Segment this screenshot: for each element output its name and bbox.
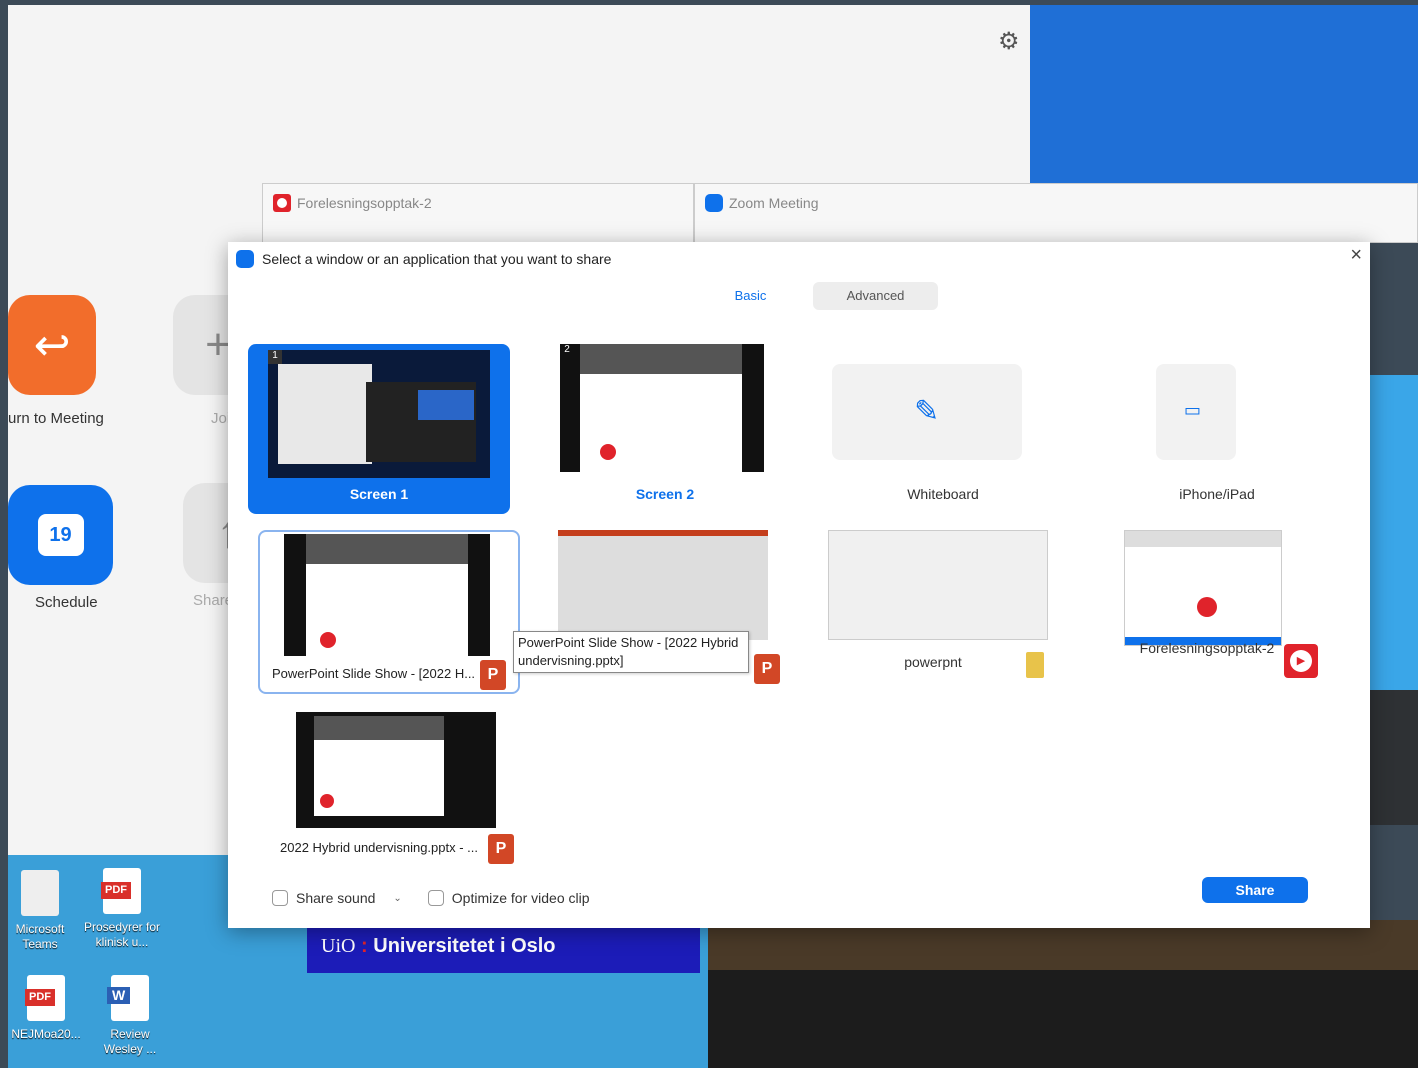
tile-label: Screen 1 (349, 486, 409, 502)
pdf-icon: PDF (101, 868, 141, 914)
optimize-video-checkbox[interactable] (427, 890, 444, 906)
pen-icon: ✎ (914, 395, 940, 428)
pptx-thumbnail (296, 712, 496, 828)
screen-1-thumbnail: 1 (268, 350, 490, 478)
desktop-icon-label: NEJMoa20... (11, 1027, 81, 1041)
return-to-meeting-label: urn to Meeting (8, 410, 104, 427)
chevron-down-icon[interactable]: ⌄ (393, 893, 401, 904)
pdf-icon-text: PDF (101, 882, 131, 899)
screen-number: 2 (564, 344, 570, 355)
slide-content (306, 534, 468, 656)
recording-window-title: Forelesningsopptak-2 (297, 195, 432, 211)
schedule-button[interactable]: 19 (8, 485, 113, 585)
powerpoint-icon: P (488, 834, 514, 864)
tooltip: PowerPoint Slide Show - [2022 Hybrid und… (513, 631, 749, 673)
share-button[interactable]: Share (1202, 877, 1308, 903)
zoom-meeting-window[interactable]: Zoom Meeting (694, 183, 1418, 243)
desktop-icon-nejm[interactable]: PDF NEJMoa20... (6, 975, 86, 1042)
word-icon: W (107, 975, 149, 1021)
uio-name: Universitetet i Oslo (373, 935, 556, 957)
desktop-icon-label: Microsoft Teams (15, 922, 65, 951)
powerpoint-icon: P (754, 654, 780, 684)
desktop-icon-teams[interactable]: Microsoft Teams (0, 870, 80, 952)
zoom-icon (236, 250, 254, 268)
tab-advanced[interactable]: Advanced (813, 282, 938, 310)
slide-image-strip (306, 534, 468, 564)
dialog-title: Select a window or an application that y… (262, 251, 612, 267)
recording-icon (273, 194, 291, 212)
recording-window[interactable]: Forelesningsopptak-2 (262, 183, 694, 243)
slide-image-strip (580, 344, 742, 374)
powerpoint-window-thumbnail (558, 530, 768, 640)
return-to-meeting-button[interactable]: ↩ (8, 295, 96, 395)
iphone-thumbnail: ▭ (1156, 364, 1236, 460)
slideshow-thumbnail (284, 534, 490, 656)
share-tabs: Basic Advanced (688, 282, 938, 310)
share-sound-label: Share sound (296, 890, 376, 906)
tile-label: iPhone/iPad (1179, 486, 1255, 502)
powerpnt-thumbnail (828, 530, 1048, 640)
tile-recording[interactable]: Forelesningsopptak-2 (1086, 530, 1348, 700)
zoom-meeting-title: Zoom Meeting (729, 195, 819, 211)
uio-banner: UiO : Universitetet i Oslo (307, 925, 700, 973)
whiteboard-thumbnail: ✎ (832, 364, 1022, 460)
dialog-title-bar: Select a window or an application that y… (236, 250, 611, 268)
tile-whiteboard[interactable]: ✎ Whiteboard (812, 344, 1074, 514)
tile-label: Whiteboard (907, 486, 979, 502)
zoom-icon (705, 194, 723, 212)
folder-icon (1026, 652, 1044, 678)
pdf-icon-text: PDF (25, 989, 55, 1006)
tile-screen-2[interactable]: 2 Screen 2 (534, 344, 796, 514)
tile-pptx-editor[interactable]: 2022 Hybrid undervisning.pptx - ... P (272, 712, 534, 864)
record-dot (1197, 597, 1217, 617)
desktop-icon-review[interactable]: W Review Wesley ... (90, 975, 170, 1057)
recording-dot (320, 632, 336, 648)
tile-label: PowerPoint Slide Show - [2022 H... (272, 666, 476, 681)
desktop-icon-label: Prosedyrer for klinisk u... (83, 920, 161, 949)
recording-dot (320, 794, 334, 808)
calendar-day: 19 (49, 523, 72, 546)
slide-image-strip (314, 716, 444, 740)
screen-2-thumbnail: 2 (560, 344, 764, 472)
schedule-label: Schedule (35, 594, 98, 611)
tab-basic[interactable]: Basic (688, 282, 813, 310)
dialog-options: Share sound ⌄ Optimize for video clip (272, 890, 590, 906)
recording-thumbnail (1124, 530, 1282, 646)
desktop-icon-prosedyrer[interactable]: PDF Prosedyrer for klinisk u... (82, 868, 162, 950)
uio-separator: : (361, 935, 368, 957)
powerpoint-icon: P (480, 660, 506, 690)
calendar-icon: 19 (37, 514, 84, 556)
word-icon-text: W (107, 987, 131, 1004)
tile-powerpoint-slideshow[interactable]: PowerPoint Slide Show - [2022 H... P (258, 530, 520, 694)
tile-powerpnt[interactable]: powerpnt (812, 530, 1074, 700)
plus-icon: + (205, 320, 231, 369)
optimize-video-label: Optimize for video clip (451, 890, 590, 906)
thumb-header (1125, 531, 1281, 547)
slide-content (580, 344, 742, 472)
recording-app-icon (1284, 644, 1318, 678)
desktop-background (1030, 5, 1418, 185)
return-arrow-icon: ↩ (33, 320, 71, 370)
pdf-icon: PDF (25, 975, 65, 1021)
airplay-icon: ▭ (1184, 400, 1202, 420)
share-dialog: Select a window or an application that y… (228, 242, 1370, 928)
recording-dot (600, 444, 616, 460)
tile-screen-1[interactable]: 1 Screen 1 (248, 344, 510, 514)
close-icon[interactable]: × (1350, 244, 1362, 267)
screen-number: 1 (268, 350, 282, 364)
thumb-window (278, 364, 372, 464)
gear-icon[interactable]: ⚙ (998, 27, 1020, 56)
tile-iphone-ipad[interactable]: ▭ iPhone/iPad (1086, 344, 1348, 514)
desktop-icon-label: Review Wesley ... (103, 1027, 157, 1056)
tile-label: 2022 Hybrid undervisning.pptx - ... (280, 840, 478, 855)
slide-content (314, 716, 444, 816)
thumb-slide (418, 390, 474, 420)
tile-label: Screen 2 (635, 486, 695, 502)
tile-powerpoint-window[interactable]: P (548, 530, 810, 700)
share-sound-checkbox[interactable] (272, 890, 288, 906)
uio-prefix: UiO (321, 935, 356, 957)
teams-icon (21, 870, 59, 916)
